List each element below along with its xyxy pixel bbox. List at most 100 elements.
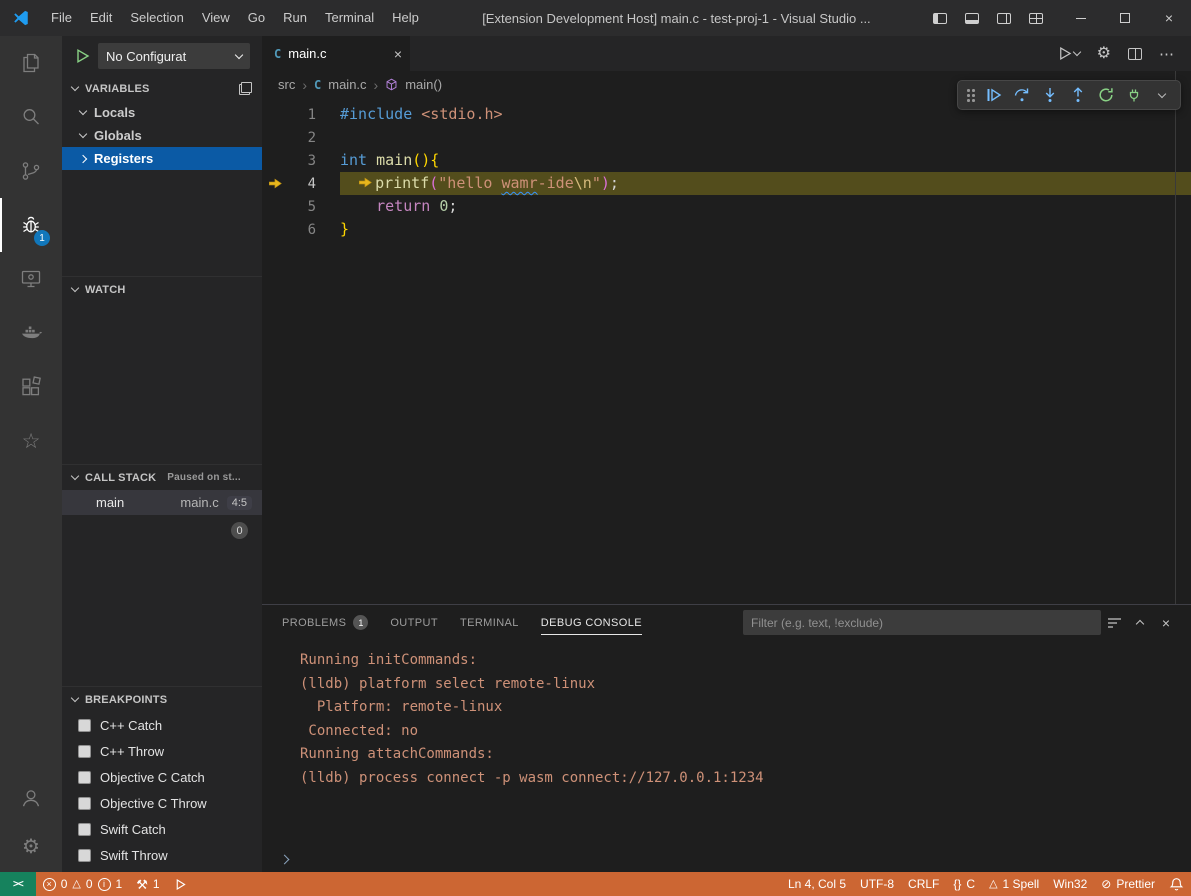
breakpoint-checkbox[interactable] xyxy=(78,797,91,810)
minimize-button[interactable] xyxy=(1059,0,1103,36)
continue-button[interactable] xyxy=(981,83,1007,107)
variables-section-header[interactable]: VARIABLES xyxy=(62,76,262,101)
breakpoint-row[interactable]: Objective C Throw xyxy=(62,790,262,816)
breakpoint-checkbox[interactable] xyxy=(78,849,91,862)
debug-config-dropdown[interactable]: No Configurat xyxy=(98,43,250,69)
notifications-bell[interactable] xyxy=(1162,872,1191,896)
debug-status[interactable] xyxy=(167,872,194,896)
activity-source-control[interactable] xyxy=(0,144,62,198)
breadcrumb-folder[interactable]: src xyxy=(278,77,295,92)
menu-view[interactable]: View xyxy=(193,0,239,36)
menu-go[interactable]: Go xyxy=(239,0,274,36)
watch-section-header[interactable]: WATCH xyxy=(62,277,262,302)
code-line-6: 6} xyxy=(262,218,1191,241)
breakpoints-section-header[interactable]: BREAKPOINTS xyxy=(62,687,262,712)
menu-help[interactable]: Help xyxy=(383,0,428,36)
encoding-indicator[interactable]: UTF-8 xyxy=(853,872,901,896)
maximize-panel-button[interactable] xyxy=(1127,610,1153,636)
maximize-icon xyxy=(1120,13,1130,23)
breakpoint-row[interactable]: C++ Catch xyxy=(62,712,262,738)
breakpoint-row[interactable]: C++ Throw xyxy=(62,738,262,764)
platform-indicator[interactable]: Win32 xyxy=(1046,872,1094,896)
step-over-button[interactable] xyxy=(1009,83,1035,107)
variables-item-registers[interactable]: Registers xyxy=(62,147,262,170)
disconnect-button[interactable] xyxy=(1121,83,1147,107)
more-actions-icon[interactable]: ⋯ xyxy=(1159,45,1175,63)
formatter-status[interactable]: ⊘ Prettier xyxy=(1094,872,1162,896)
customize-layout-button[interactable] xyxy=(1021,4,1051,32)
panel-tab-terminal[interactable]: TERMINAL xyxy=(460,605,519,640)
code-token: #include xyxy=(340,105,412,123)
breakpoint-checkbox[interactable] xyxy=(78,823,91,836)
problems-status[interactable]: × 0 △ 0 i 1 xyxy=(36,872,130,896)
menu-selection[interactable]: Selection xyxy=(121,0,192,36)
breadcrumb-file[interactable]: main.c xyxy=(328,77,366,92)
panel-tab-output[interactable]: OUTPUT xyxy=(390,605,438,640)
activity-remote-explorer[interactable] xyxy=(0,252,62,306)
restart-button[interactable] xyxy=(1093,83,1119,107)
breakpoint-row[interactable]: Objective C Catch xyxy=(62,764,262,790)
breakpoint-checkbox[interactable] xyxy=(78,745,91,758)
tab-main-c[interactable]: C main.c × xyxy=(262,36,410,71)
activity-run-debug[interactable]: 1 xyxy=(0,198,62,252)
step-out-button[interactable] xyxy=(1065,83,1091,107)
title-bar: FileEditSelectionViewGoRunTerminalHelp [… xyxy=(0,0,1191,36)
activity-extensions[interactable] xyxy=(0,360,62,414)
debug-toolbar-more-button[interactable] xyxy=(1149,83,1175,107)
step-into-button[interactable] xyxy=(1037,83,1063,107)
call-stack-section-header[interactable]: CALL STACK Paused on st... xyxy=(62,465,262,490)
variables-item-locals[interactable]: Locals xyxy=(62,101,262,124)
panel-tab-label: PROBLEMS xyxy=(282,617,346,629)
debug-exec-pointer-icon[interactable] xyxy=(262,172,288,195)
breakpoint-checkbox[interactable] xyxy=(78,771,91,784)
activity-docker[interactable] xyxy=(0,306,62,360)
language-mode[interactable]: {} C xyxy=(946,872,982,896)
disconnect-plug-icon xyxy=(1126,87,1142,103)
menu-edit[interactable]: Edit xyxy=(81,0,121,36)
start-debugging-button[interactable] xyxy=(74,48,90,64)
breakpoint-row[interactable]: Swift Throw xyxy=(62,842,262,868)
breakpoint-margin[interactable] xyxy=(262,195,288,218)
toggle-sidebar-button[interactable] xyxy=(925,4,955,32)
call-stack-frame[interactable]: main main.c 4:5 xyxy=(62,490,262,515)
maximize-button[interactable] xyxy=(1103,0,1147,36)
panel-tab-label: OUTPUT xyxy=(390,617,438,629)
breakpoint-margin[interactable] xyxy=(262,126,288,149)
panel-tab-problems[interactable]: PROBLEMS1 xyxy=(282,605,368,640)
breakpoint-margin[interactable] xyxy=(262,149,288,172)
breakpoint-row[interactable]: Swift Catch xyxy=(62,816,262,842)
toggle-secondary-sidebar-button[interactable] xyxy=(989,4,1019,32)
activity-explorer[interactable] xyxy=(0,36,62,90)
cursor-position[interactable]: Ln 4, Col 5 xyxy=(781,872,853,896)
breadcrumb-symbol[interactable]: main() xyxy=(405,77,442,92)
collapse-all-icon[interactable] xyxy=(239,82,252,95)
split-editor-icon[interactable] xyxy=(1128,48,1142,60)
remote-indicator[interactable]: >< xyxy=(0,872,36,896)
menu-run[interactable]: Run xyxy=(274,0,316,36)
close-panel-button[interactable]: × xyxy=(1153,610,1179,636)
eol-indicator[interactable]: CRLF xyxy=(901,872,946,896)
toggle-panel-button[interactable] xyxy=(957,4,987,32)
editor-scrollbar[interactable] xyxy=(1175,71,1176,604)
settings-gear-icon[interactable]: ⚙ xyxy=(1097,46,1111,62)
breakpoint-checkbox[interactable] xyxy=(78,719,91,732)
console-lines-icon[interactable] xyxy=(1101,610,1127,636)
toolchain-status[interactable]: ⚒ 1 xyxy=(129,872,166,896)
panel-tab-debug-console[interactable]: DEBUG CONSOLE xyxy=(541,605,642,640)
activity-accounts[interactable] xyxy=(0,774,62,822)
console-input[interactable] xyxy=(262,846,1191,872)
activity-search[interactable] xyxy=(0,90,62,144)
menu-terminal[interactable]: Terminal xyxy=(316,0,383,36)
breakpoint-margin[interactable] xyxy=(262,103,288,126)
debug-toolbar-drag-handle[interactable] xyxy=(967,88,975,102)
close-tab-icon[interactable]: × xyxy=(394,47,402,61)
activity-favorites[interactable]: ☆ xyxy=(0,414,62,468)
menu-file[interactable]: File xyxy=(42,0,81,36)
close-button[interactable]: × xyxy=(1147,0,1191,36)
console-filter-input[interactable] xyxy=(743,610,1101,635)
variables-item-globals[interactable]: Globals xyxy=(62,124,262,147)
breakpoint-margin[interactable] xyxy=(262,218,288,241)
run-or-debug-button[interactable] xyxy=(1057,46,1080,61)
activity-settings[interactable]: ⚙ xyxy=(0,822,62,872)
spell-checker-status[interactable]: △ 1 Spell xyxy=(982,872,1046,896)
